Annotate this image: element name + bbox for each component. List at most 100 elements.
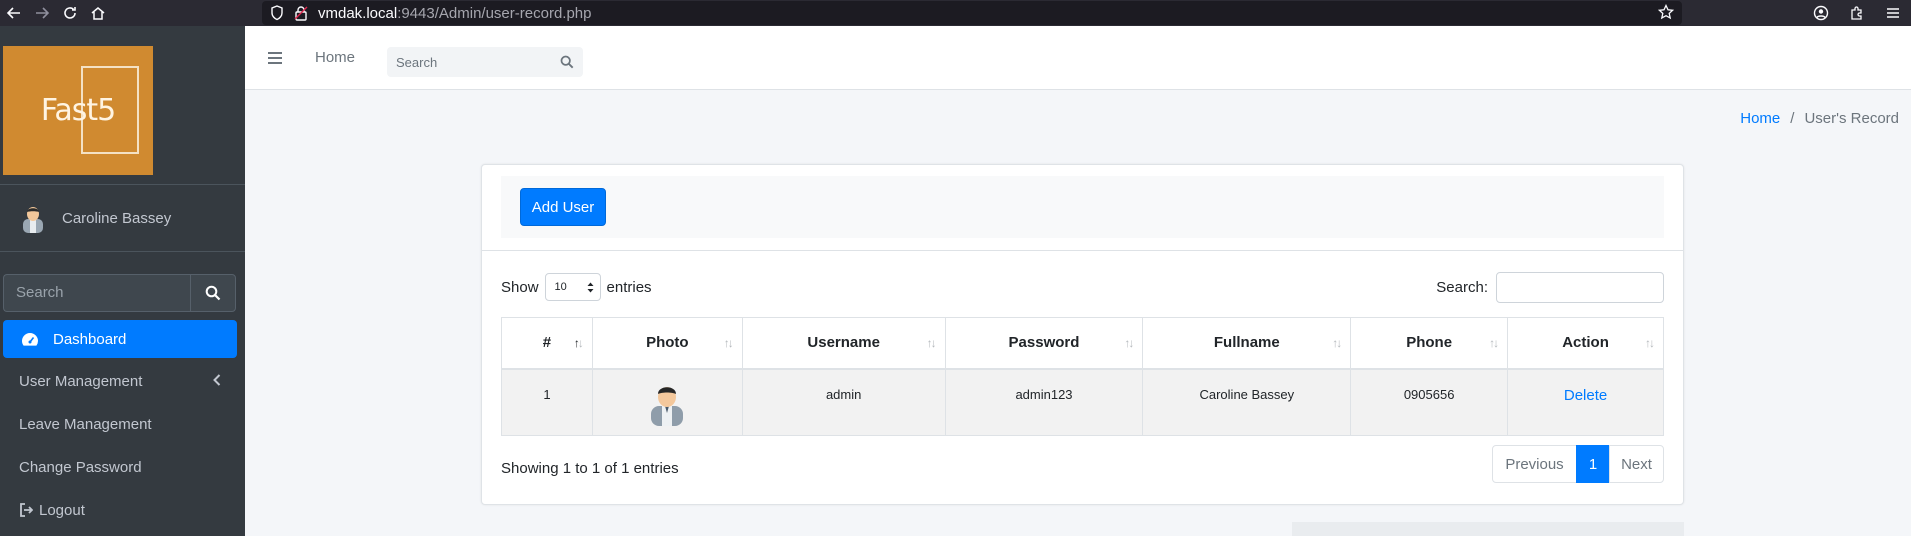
breadcrumb-current: User's Record <box>1804 110 1899 127</box>
entries-length-control: Show 10 entries <box>501 273 652 301</box>
hamburger-menu-icon[interactable] <box>267 51 283 70</box>
column-header-label: Username <box>807 334 880 352</box>
account-icon[interactable] <box>1803 0 1839 26</box>
sidebar-item-label: Dashboard <box>53 330 127 348</box>
forward-icon[interactable] <box>28 0 56 26</box>
cell-password: admin123 <box>944 368 1144 436</box>
navbar-search-button[interactable] <box>551 55 583 69</box>
column-header-label: Phone <box>1406 334 1453 352</box>
sidebar-item-label: Logout <box>39 501 85 519</box>
sidebar-item-leave-management[interactable]: Leave Management <box>3 405 237 443</box>
navbar-search-input[interactable]: Search <box>387 55 551 70</box>
brand-text: Fast5 <box>40 93 116 128</box>
back-icon[interactable] <box>0 0 28 26</box>
sign-out-icon <box>19 503 33 517</box>
column-header-label: Password <box>1008 334 1080 352</box>
column-header-action[interactable]: Action ↑↓ <box>1507 317 1664 370</box>
card-divider <box>482 250 1683 251</box>
user-panel[interactable]: Caroline Bassey <box>0 184 245 252</box>
search-icon <box>205 285 221 301</box>
sidebar-item-user-management[interactable]: User Management <box>3 362 237 400</box>
card-header: Add User <box>501 176 1664 238</box>
sidebar-search-input[interactable]: Search <box>3 274 190 312</box>
sort-icon: ↑↓ <box>1645 336 1655 350</box>
sidebar-item-change-password[interactable]: Change Password <box>3 448 237 486</box>
sidebar-item-logout[interactable]: Logout <box>3 491 237 529</box>
lock-icon <box>294 5 308 21</box>
pagination-page-current[interactable]: 1 <box>1576 445 1610 483</box>
column-header-photo[interactable]: Photo ↑↓ <box>591 317 743 370</box>
pagination-previous[interactable]: Previous <box>1492 445 1577 483</box>
cell-action: Delete <box>1507 368 1664 436</box>
sort-icon: ↑↓ <box>1124 336 1134 350</box>
user-records-table: # ↑↓ Photo ↑↓ Username ↑↓ Password ↑↓ Fullna… <box>501 317 1664 436</box>
sidebar-search-button[interactable] <box>190 274 236 312</box>
entries-length-select[interactable]: 10 <box>544 273 601 301</box>
show-label: Show <box>501 278 539 296</box>
address-bar[interactable]: vmdak.local:9443/Admin/user-record.php <box>262 1 1682 25</box>
column-header-label: Fullname <box>1213 334 1280 352</box>
table-search-input[interactable] <box>1496 272 1664 303</box>
sidebar-item-label: Leave Management <box>19 415 152 433</box>
breadcrumb: Home / User's Record <box>1740 110 1899 127</box>
table-info: Showing 1 to 1 of 1 entries <box>501 460 679 477</box>
brand-logo[interactable]: Fast5 <box>3 46 153 175</box>
column-header-password[interactable]: Password ↑↓ <box>944 317 1144 370</box>
add-user-button[interactable]: Add User <box>520 188 606 226</box>
home-icon[interactable] <box>84 0 112 26</box>
column-header-label: Photo <box>646 334 689 352</box>
sort-ascending-icon: ↑↓ <box>573 336 584 350</box>
sidebar-item-label: Change Password <box>19 458 142 476</box>
next-card-edge <box>1292 522 1684 536</box>
pagination: Previous 1 Next <box>1492 445 1664 483</box>
user-records-card: Add User Show 10 entries Search: # ↑↓ Pho… <box>481 164 1684 505</box>
user-name: Caroline Bassey <box>62 209 172 227</box>
breadcrumb-home-link[interactable]: Home <box>1740 110 1780 127</box>
bookmark-star-icon[interactable] <box>1657 3 1675 25</box>
sort-icon: ↑↓ <box>723 336 734 350</box>
navbar-search: Search <box>387 47 583 77</box>
search-icon <box>560 55 574 69</box>
extensions-icon[interactable] <box>1839 0 1875 26</box>
column-header-fullname[interactable]: Fullname ↑↓ <box>1142 317 1352 370</box>
url-text: vmdak.local:9443/Admin/user-record.php <box>318 5 591 22</box>
column-header-label: Action <box>1562 334 1609 352</box>
nav-home-link[interactable]: Home <box>315 49 355 66</box>
cell-number: 1 <box>501 368 593 436</box>
shield-icon <box>270 5 284 21</box>
sidebar-search: Search <box>3 274 236 312</box>
sort-icon: ↑↓ <box>1489 336 1499 350</box>
url-path: :9443/Admin/user-record.php <box>397 4 592 22</box>
breadcrumb-separator: / <box>1790 110 1795 127</box>
sidebar-item-dashboard[interactable]: Dashboard <box>3 320 237 358</box>
browser-toolbar: vmdak.local:9443/Admin/user-record.php <box>0 0 1911 26</box>
delete-link[interactable]: Delete <box>1564 387 1607 404</box>
pagination-next[interactable]: Next <box>1609 445 1664 483</box>
column-header-username[interactable]: Username ↑↓ <box>741 317 946 370</box>
dashboard-gauge-icon <box>21 331 41 347</box>
cell-photo <box>591 368 743 436</box>
cell-username: admin <box>741 368 946 436</box>
menu-icon[interactable] <box>1875 0 1911 26</box>
reload-icon[interactable] <box>56 0 84 26</box>
url-host: vmdak.local <box>318 4 398 22</box>
column-header-number[interactable]: # ↑↓ <box>501 317 593 370</box>
user-photo <box>651 386 684 426</box>
sort-icon: ↑↓ <box>1332 336 1342 350</box>
sidebar: Fast5 Caroline Bassey Search Dashboard U… <box>0 26 245 536</box>
avatar <box>23 207 43 233</box>
cell-phone: 0905656 <box>1350 368 1509 436</box>
top-navbar: Home Search <box>245 26 1911 90</box>
table-row: 1 admin admin123 Caroline Bassey 0905656… <box>501 368 1664 436</box>
entries-label: entries <box>606 278 652 296</box>
table-search: Search: <box>1436 272 1664 303</box>
entries-length-value: 10 <box>554 281 567 293</box>
cell-fullname: Caroline Bassey <box>1142 368 1352 436</box>
select-updown-icon <box>587 282 594 292</box>
column-header-label: # <box>542 334 552 352</box>
column-header-phone[interactable]: Phone ↑↓ <box>1350 317 1509 370</box>
table-search-label: Search: <box>1436 279 1488 296</box>
sidebar-item-label: User Management <box>19 372 143 390</box>
table-header-row: # ↑↓ Photo ↑↓ Username ↑↓ Password ↑↓ Fullna… <box>501 317 1664 370</box>
sort-icon: ↑↓ <box>926 336 937 350</box>
